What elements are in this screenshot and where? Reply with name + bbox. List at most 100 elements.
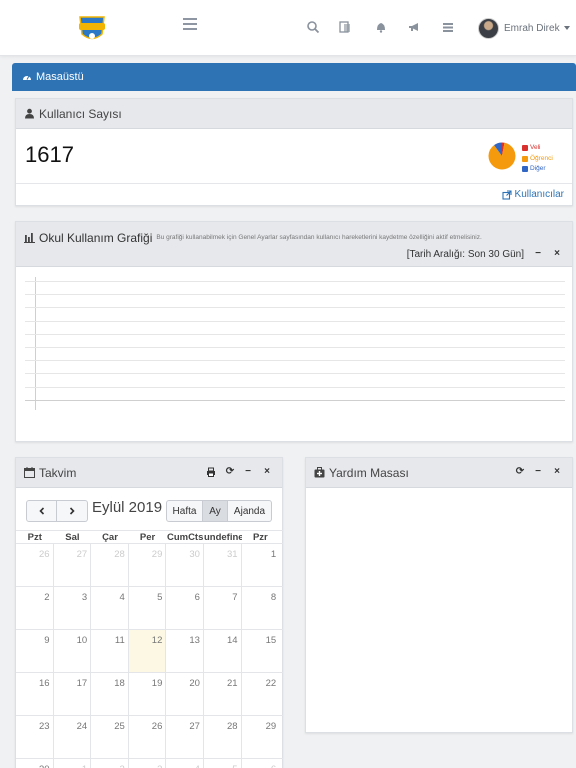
refresh-icon[interactable]: ⟳ — [225, 467, 235, 477]
calendar-day[interactable]: 21 — [204, 673, 242, 715]
prev-month-button[interactable] — [26, 500, 57, 522]
calendar-day[interactable]: 6 — [242, 759, 280, 768]
calendar-weeks: 26 27 28 29 30 31 1 2 3 4 5 6 7 8 9 10 11 12 13 14 15 16 17 18 1… — [16, 544, 283, 768]
school-logo[interactable] — [76, 12, 108, 44]
helpdesk-panel-title: Yardım Masası — [329, 465, 409, 480]
day-name: CumCts — [166, 532, 204, 543]
collapse-icon[interactable]: − — [533, 249, 543, 259]
refresh-icon[interactable]: ⟳ — [515, 467, 525, 477]
view-button-ajanda[interactable]: Ajanda — [228, 500, 272, 522]
user-type-legend: Veli Öğrenci Diğer — [522, 143, 553, 175]
bullhorn-icon[interactable] — [407, 20, 421, 34]
legend-swatch — [522, 155, 528, 162]
calendar-day-names: Pzt Sal Çar Per CumCtsundefined Pzr — [16, 530, 283, 544]
calendar-day[interactable]: 4 — [166, 759, 204, 768]
day-name: Çar — [102, 532, 118, 543]
chart-grid-line — [25, 373, 565, 375]
calendar-week-row: 2345678 — [16, 587, 283, 630]
calendar-day[interactable]: 9 — [16, 630, 54, 672]
legend-item: Öğrenci — [522, 154, 553, 165]
top-navbar: Emrah Direk — [0, 0, 576, 56]
collapse-icon[interactable]: − — [533, 467, 543, 477]
calendar-day[interactable]: 2 — [16, 587, 54, 629]
calendar-day[interactable]: 25 — [91, 716, 129, 758]
calendar-week-row: 16 17 18 19 20 21 22 — [16, 673, 283, 716]
close-icon[interactable]: × — [552, 467, 562, 477]
calendar-day[interactable]: 3 — [54, 587, 92, 629]
calendar-day[interactable]: 17 — [54, 673, 92, 715]
users-link-label: Kullanıcılar — [514, 189, 564, 200]
usage-chart-area — [25, 277, 565, 410]
calendar-day[interactable]: 15 — [242, 630, 280, 672]
calendar-nav — [26, 500, 88, 522]
next-month-button[interactable] — [57, 500, 88, 522]
external-link-icon — [501, 189, 512, 200]
print-icon[interactable] — [206, 467, 216, 477]
close-icon[interactable]: × — [552, 249, 562, 259]
day-name: Pzr — [252, 532, 268, 543]
users-panel: Kullanıcı Sayısı 1617 Veli Öğrenci Diğer K… — [15, 98, 573, 206]
calendar-day[interactable]: 26 — [16, 544, 54, 586]
calendar-day[interactable]: 20 — [166, 673, 204, 715]
calendar-day[interactable]: 24 — [54, 716, 92, 758]
calendar-day[interactable]: 8 — [242, 587, 280, 629]
view-button-hafta[interactable]: Hafta — [166, 500, 203, 522]
calendar-day[interactable]: 2 — [91, 759, 129, 768]
users-panel-footer — [16, 183, 572, 184]
calendar-day[interactable]: 6 — [166, 587, 204, 629]
calendar-day[interactable]: 22 — [242, 673, 280, 715]
avatar — [478, 17, 499, 39]
collapse-icon[interactable]: − — [243, 467, 253, 477]
close-icon[interactable]: × — [262, 467, 272, 477]
date-range-label[interactable]: [Tarih Aralığı: Son 30 Gün] — [407, 249, 524, 260]
calendar-day[interactable]: 23 — [16, 716, 54, 758]
caret-down-icon — [563, 26, 570, 30]
day-name: Sal — [65, 532, 80, 543]
calendar-day[interactable]: 28 — [204, 716, 242, 758]
calendar-day[interactable]: 29 — [129, 544, 167, 586]
helpdesk-panel: Yardım Masası ⟳ − × — [305, 457, 573, 733]
breadcrumb-label: Masaüstü — [36, 71, 84, 83]
calendar-day[interactable]: 30 — [166, 544, 204, 586]
calendar-day[interactable]: 14 — [204, 630, 242, 672]
users-link[interactable]: Kullanıcılar — [501, 189, 564, 200]
calendar-day[interactable]: 10 — [54, 630, 92, 672]
calendar-panel-header: Takvim ⟳ − × — [16, 458, 282, 488]
calendar-day[interactable]: 27 — [166, 716, 204, 758]
calendar-day[interactable]: 19 — [129, 673, 167, 715]
calendar-day[interactable]: 1 — [242, 544, 280, 586]
calendar-day[interactable]: 18 — [91, 673, 129, 715]
id-card-icon[interactable] — [338, 20, 352, 34]
calendar-day[interactable]: 31 — [204, 544, 242, 586]
calendar-day[interactable]: 16 — [16, 673, 54, 715]
calendar-day[interactable]: 5 — [129, 587, 167, 629]
calendar-day[interactable]: 27 — [54, 544, 92, 586]
menu-toggle-icon[interactable] — [183, 18, 197, 32]
calendar-day[interactable]: 7 — [204, 587, 242, 629]
view-button-ay[interactable]: Ay — [203, 500, 228, 522]
calendar-day[interactable]: 1 — [54, 759, 92, 768]
calendar-day[interactable]: 29 — [242, 716, 280, 758]
calendar-day[interactable]: 28 — [91, 544, 129, 586]
search-icon[interactable] — [306, 20, 320, 34]
calendar-day[interactable]: 30 — [16, 759, 54, 768]
calendar-day[interactable]: 4 — [91, 587, 129, 629]
calendar-day[interactable]: 26 — [129, 716, 167, 758]
list-icon[interactable] — [441, 20, 455, 34]
calendar-day[interactable]: 11 — [91, 630, 129, 672]
calendar-day[interactable]: 3 — [129, 759, 167, 768]
calendar-week-row: 9 10 11 12 13 14 15 — [16, 630, 283, 673]
legend-item: Diğer — [522, 164, 553, 175]
calendar-day-today[interactable]: 12 — [128, 630, 167, 672]
calendar-day[interactable]: 5 — [204, 759, 242, 768]
chart-grid-line — [25, 399, 565, 401]
calendar-week-row: 30123456 — [16, 759, 283, 768]
legend-swatch — [522, 166, 528, 173]
user-icon — [25, 108, 34, 119]
calendar-day[interactable]: 13 — [166, 630, 204, 672]
bell-icon[interactable] — [374, 20, 388, 34]
day-name: undefined — [203, 532, 242, 543]
chart-grid-line — [25, 386, 565, 388]
user-menu[interactable]: Emrah Direk — [478, 17, 570, 39]
chevron-right-icon — [69, 507, 75, 515]
